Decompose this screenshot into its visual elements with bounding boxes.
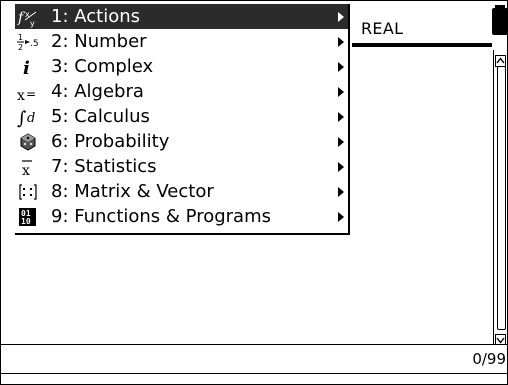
menu-item-statistics[interactable]: x 7: Statistics xyxy=(15,154,348,179)
actions-icon: f x y xyxy=(17,4,39,29)
submenu-arrow-icon xyxy=(338,37,344,47)
menu-item-label: 7: Statistics xyxy=(51,156,157,177)
menu-item-label: 4: Algebra xyxy=(51,81,144,102)
svg-text:10: 10 xyxy=(21,217,31,226)
svg-text:y: y xyxy=(30,19,35,28)
scroll-up-icon[interactable] xyxy=(495,52,506,67)
number-fraction-icon: 1 2 .5 xyxy=(17,29,39,54)
menu-item-label: 8: Matrix & Vector xyxy=(51,181,214,202)
matrix-icon xyxy=(17,179,39,204)
menu-item-probability[interactable]: 6: Probability xyxy=(15,129,348,154)
menu-item-number[interactable]: 1 2 .5 2: Number xyxy=(15,29,348,54)
statistics-xbar-icon: x xyxy=(17,154,39,179)
svg-text:i: i xyxy=(23,58,30,78)
entry-line[interactable] xyxy=(1,344,507,374)
menu-item-matrix-vector[interactable]: 8: Matrix & Vector xyxy=(15,179,348,204)
submenu-arrow-icon xyxy=(338,187,344,197)
submenu-arrow-icon xyxy=(338,212,344,222)
svg-text:1: 1 xyxy=(18,33,23,42)
battery-icon xyxy=(492,5,508,35)
menu-item-functions-programs[interactable]: 01 10 9: Functions & Programs xyxy=(15,204,348,229)
submenu-arrow-icon xyxy=(338,87,344,97)
functions-programs-icon: 01 10 xyxy=(17,204,39,229)
history-count: 0/99 xyxy=(472,350,506,368)
scroll-track[interactable] xyxy=(497,66,506,330)
submenu-arrow-icon xyxy=(338,162,344,172)
calculus-integral-icon: ∫ d xyxy=(17,104,39,129)
algebra-icon: x = xyxy=(17,79,39,104)
submenu-arrow-icon xyxy=(338,12,344,22)
menu-item-label: 9: Functions & Programs xyxy=(51,206,271,227)
menu-item-complex[interactable]: i 3: Complex xyxy=(15,54,348,79)
menu-item-calculus[interactable]: ∫ d 5: Calculus xyxy=(15,104,348,129)
svg-text:2: 2 xyxy=(18,43,23,52)
scroll-down-icon[interactable] xyxy=(495,331,506,346)
menu-item-label: 5: Calculus xyxy=(51,106,150,127)
complex-i-icon: i xyxy=(17,54,39,79)
probability-die-icon xyxy=(17,129,39,154)
submenu-arrow-icon xyxy=(338,62,344,72)
menu-item-label: 3: Complex xyxy=(51,56,154,77)
calculator-menu: f x y 1: Actions 1 2 .5 2: Number i 3: C… xyxy=(15,4,350,235)
menu-item-actions[interactable]: f x y 1: Actions xyxy=(15,4,348,29)
svg-text:∫: ∫ xyxy=(17,108,27,128)
svg-text:d: d xyxy=(27,111,35,126)
submenu-arrow-icon xyxy=(338,137,344,147)
svg-text:.5: .5 xyxy=(30,39,39,49)
header-divider xyxy=(352,43,492,47)
svg-text:x: x xyxy=(22,163,30,178)
menu-item-label: 6: Probability xyxy=(51,131,170,152)
menu-item-label: 2: Number xyxy=(51,31,147,52)
menu-item-algebra[interactable]: x = 4: Algebra xyxy=(15,79,348,104)
mode-indicator: REAL xyxy=(361,19,404,38)
menu-item-label: 1: Actions xyxy=(51,6,140,27)
svg-text:=: = xyxy=(26,87,36,101)
svg-text:x: x xyxy=(17,88,25,103)
submenu-arrow-icon xyxy=(338,112,344,122)
history-scrollbar[interactable] xyxy=(493,50,507,346)
